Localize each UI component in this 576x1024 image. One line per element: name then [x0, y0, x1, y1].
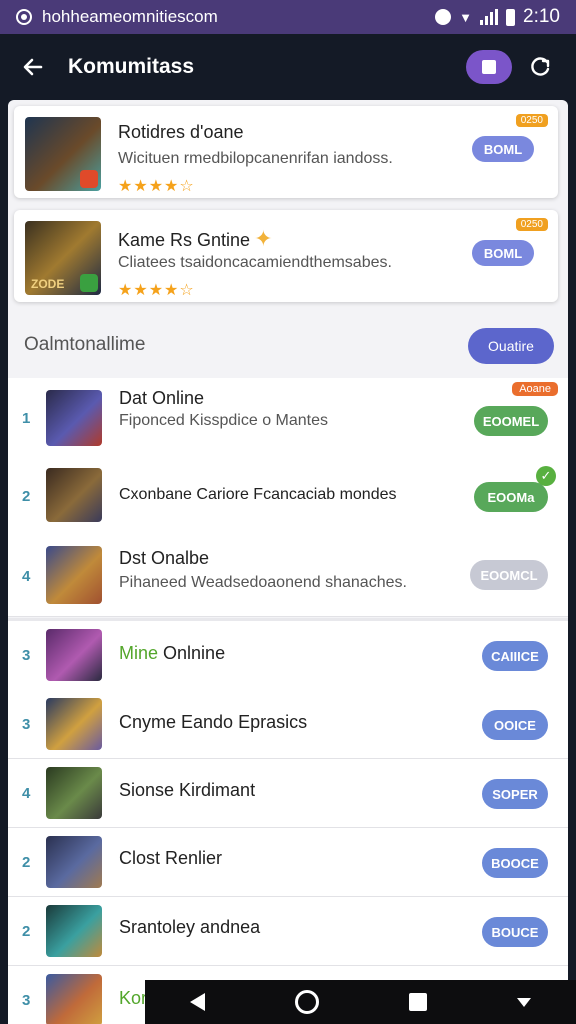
featured-description: Cliatees tsaidoncacamiendthemsabes. — [118, 254, 392, 271]
item-tag: Aoane — [512, 382, 558, 396]
square-action-button[interactable] — [466, 50, 512, 84]
more-down-icon[interactable] — [517, 997, 531, 1007]
featured-card[interactable]: Rotidres d'oane Wicituen rmedbilopcanenr… — [14, 106, 558, 198]
featured-action-button[interactable]: BOML — [472, 240, 534, 266]
list-item[interactable]: 3 Mine Onlnine CAIIICE — [8, 618, 568, 693]
featured-description: Wicituen rmedbilopcanenrifan iandoss. — [118, 150, 393, 167]
platform-badge-icon — [80, 274, 98, 292]
item-title: Cxonbane Cariore Fcancaciab mondes — [119, 486, 397, 503]
refresh-icon[interactable] — [524, 50, 558, 84]
game-thumbnail — [46, 836, 102, 888]
star-rating: ★★★★☆ — [118, 282, 195, 299]
corner-tag: 0250 — [515, 114, 548, 127]
item-action-button[interactable]: CAIIICE — [482, 641, 548, 671]
game-thumbnail — [46, 390, 102, 446]
back-triangle-icon[interactable] — [190, 993, 205, 1011]
rank-number: 2 — [22, 854, 31, 871]
list-item[interactable]: 3 Cnyme Eando Eprasics OOICE — [8, 690, 568, 759]
status-bar: hohheameomnitiescom ▼ 2:10 — [0, 0, 576, 34]
thumbnail-caption: ZODE — [31, 277, 65, 291]
game-thumbnail — [46, 905, 102, 957]
game-thumbnail: ZODE — [25, 221, 101, 295]
game-thumbnail — [46, 468, 102, 522]
item-title: Cnyme Eando Eprasics — [119, 712, 308, 732]
featured-card[interactable]: ZODE Kame Rs Gntine ✦ Cliatees tsaidoncac… — [14, 210, 558, 302]
item-title: Kor — [119, 988, 148, 1008]
item-action-button[interactable]: BOOCE — [482, 848, 548, 878]
wifi-icon: ▼ — [459, 9, 473, 25]
section-action-button[interactable]: Ouatire — [468, 328, 554, 364]
game-thumbnail — [46, 974, 102, 1024]
arrow-left-icon[interactable] — [20, 54, 46, 80]
star-rating: ★★★★☆ — [118, 178, 195, 195]
list-item[interactable]: 2 Srantoley andnea BOUCE — [8, 897, 568, 966]
game-thumbnail — [46, 629, 102, 681]
app-bar: Komumitass — [0, 34, 576, 100]
game-thumbnail — [46, 546, 102, 604]
content-sheet: Rotidres d'oane Wicituen rmedbilopcanenr… — [8, 100, 568, 1024]
recents-square-icon[interactable] — [409, 993, 427, 1011]
list-item[interactable]: 4 Dst Onalbe Pihaneed Weadsedoaonend sha… — [8, 534, 568, 617]
status-url-text: hohheameomnitiescom — [42, 7, 218, 26]
rank-number: 1 — [22, 410, 31, 427]
signal-icon — [480, 9, 499, 25]
featured-title: Kame Rs Gntine — [118, 230, 251, 250]
platform-badge-icon — [80, 170, 98, 188]
item-action-button[interactable]: EOOMCL — [470, 560, 548, 590]
game-thumbnail — [46, 767, 102, 819]
rank-number: 4 — [22, 785, 31, 802]
list-item[interactable]: 2 Clost Renlier BOOCE — [8, 828, 568, 897]
item-action-button[interactable]: EOOMEL — [474, 406, 548, 436]
item-title: Clost Renlier — [119, 848, 223, 868]
rank-number: 2 — [22, 488, 31, 505]
square-icon — [482, 60, 496, 74]
home-circle-icon[interactable] — [295, 990, 319, 1014]
item-action-button[interactable]: EOOMa — [474, 482, 548, 512]
app-notification-icon — [435, 9, 452, 25]
featured-title-row: Kame Rs Gntine ✦ — [118, 226, 273, 252]
item-title-highlight: Mine — [119, 643, 159, 663]
item-title: Sionse Kirdimant — [119, 780, 256, 800]
item-description: Fiponced Kisspdice o Mantes — [119, 412, 328, 429]
game-thumbnail — [46, 698, 102, 750]
rank-number: 3 — [22, 992, 31, 1009]
featured-action-button[interactable]: BOML — [472, 136, 534, 162]
item-description: Pihaneed Weadsedoaonend shanaches. — [119, 574, 407, 591]
section-heading: Oalmtonallime — [24, 334, 146, 355]
featured-title: Rotidres d'oane — [118, 122, 244, 142]
rank-number: 3 — [22, 716, 31, 733]
system-nav-bar — [145, 980, 576, 1024]
game-thumbnail — [25, 117, 101, 191]
item-action-button[interactable]: BOUCE — [482, 917, 548, 947]
item-title: Dat Online — [119, 388, 205, 408]
list-item[interactable]: 4 Sionse Kirdimant SOPER — [8, 759, 568, 828]
page-title: Komumitass — [68, 55, 195, 78]
notification-icon — [16, 9, 32, 25]
item-title: Onlnine — [163, 643, 226, 663]
sparkle-star-icon: ✦ — [254, 226, 273, 251]
corner-tag: 0250 — [515, 218, 548, 231]
rank-number: 4 — [22, 568, 31, 585]
item-title: Dst Onalbe — [119, 548, 210, 568]
list-item[interactable]: 1 Dat Online Fiponced Kisspdice o Mantes… — [8, 378, 568, 459]
item-title-row: Mine Onlnine — [119, 643, 225, 664]
rank-number: 2 — [22, 923, 31, 940]
item-title: Srantoley andnea — [119, 917, 261, 937]
item-action-button[interactable]: SOPER — [482, 779, 548, 809]
item-action-button[interactable]: OOICE — [482, 710, 548, 740]
battery-icon — [506, 8, 516, 26]
status-time: 2:10 — [523, 6, 560, 27]
list-item[interactable]: 2 Cxonbane Cariore Fcancaciab mondes ✓ E… — [8, 458, 568, 535]
rank-number: 3 — [22, 647, 31, 664]
